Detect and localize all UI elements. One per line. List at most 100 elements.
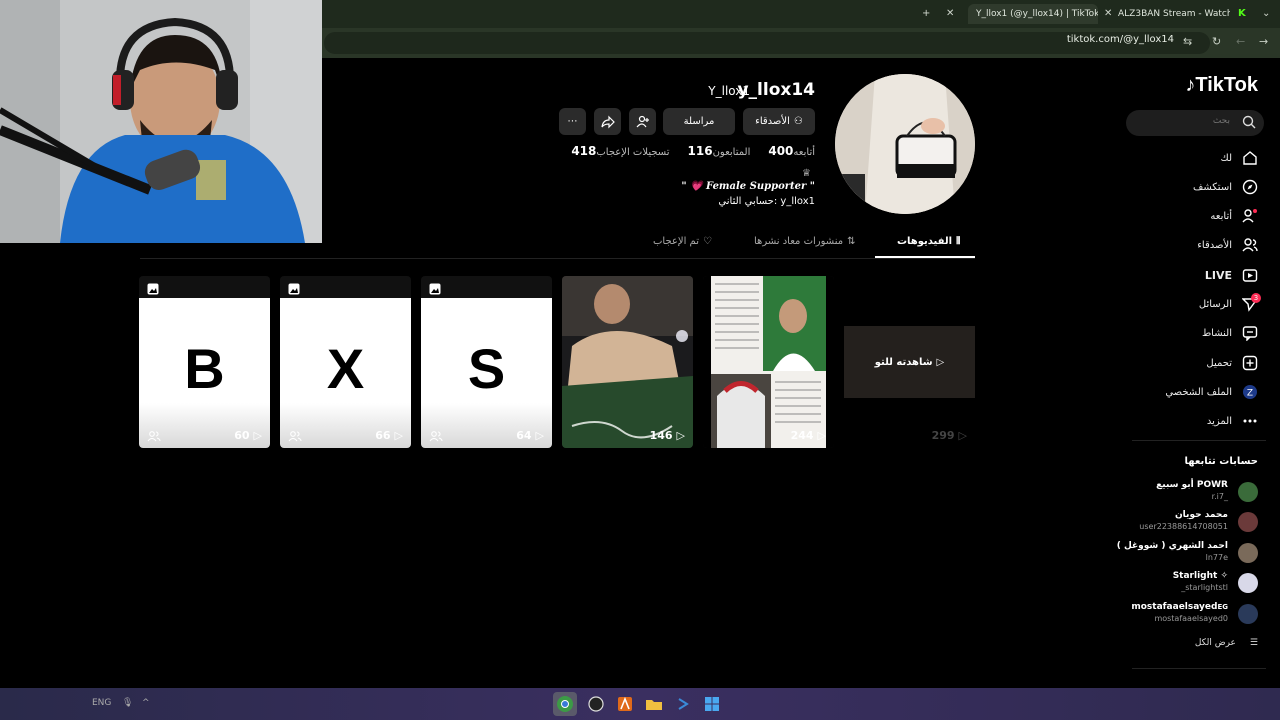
nav-upload[interactable]: تحميل: [1206, 352, 1258, 374]
stat-followers[interactable]: المتابعون116: [684, 144, 751, 158]
nav-live[interactable]: LIVE: [1205, 264, 1258, 286]
vscode-app-icon[interactable]: [671, 692, 695, 716]
photo-mode-icon: [147, 283, 159, 295]
divider: [1132, 440, 1266, 441]
home-icon: [1243, 151, 1257, 165]
tiktok-logo[interactable]: ♪TikTok: [1185, 74, 1258, 97]
add-user-icon: [636, 115, 649, 127]
tab-reposts[interactable]: منشورات معاد نشرها ⇅: [754, 236, 855, 247]
tab-videos[interactable]: الفيديوهات ⦀: [897, 236, 960, 247]
tab-list-chevron-icon[interactable]: ⌄: [1262, 4, 1270, 24]
share-button[interactable]: [594, 108, 621, 135]
photo-mode-icon: [288, 283, 300, 295]
nav-more[interactable]: المزيد: [1207, 410, 1258, 432]
nav-for-you[interactable]: لك: [1221, 147, 1258, 169]
file-explorer-icon[interactable]: [642, 692, 666, 716]
friends-only-icon: [288, 431, 302, 442]
compass-icon: [1242, 179, 1258, 195]
avatar: [1238, 512, 1258, 532]
tab-close-icon[interactable]: ✕: [1104, 4, 1112, 24]
tab-stream[interactable]: ALZ3BAN Stream - Watch Live: [1118, 4, 1230, 24]
live-icon: [1242, 269, 1258, 282]
following-account[interactable]: احمد الشهري ( شووغل ) ln77e: [1117, 539, 1268, 567]
video-card[interactable]: 146 ▷: [562, 276, 693, 448]
profile-avatar[interactable]: [835, 74, 975, 214]
view-count: 299 ▷: [931, 429, 967, 442]
play-icon: ▷: [535, 429, 544, 442]
follow-icon: [1242, 209, 1257, 223]
nav-profile[interactable]: الملف الشخصي Z: [1165, 381, 1258, 403]
video-thumbnail: [562, 276, 693, 448]
following-account[interactable]: Starlight ✧ _starlightstl: [1118, 569, 1268, 597]
stat-following[interactable]: أتابعه400: [764, 144, 815, 158]
just-watched-overlay: شاهدته للتو ▷: [844, 326, 975, 398]
friends-button[interactable]: الأصدقاء ⚇: [743, 108, 815, 135]
video-card[interactable]: X 66 ▷: [280, 276, 411, 448]
profile-nickname: Y_llox1: [708, 84, 750, 98]
more-options-button[interactable]: ⋯: [559, 108, 586, 135]
video-card[interactable]: 244 ▷: [703, 276, 834, 448]
taskbar: ENG 🎙 ^: [0, 688, 1280, 720]
following-account[interactable]: أبو سبيع POWR r.i7_: [1118, 478, 1268, 506]
language-indicator[interactable]: ENG: [92, 698, 111, 708]
friends-icon: [1242, 238, 1258, 252]
microphone-icon[interactable]: 🎙: [122, 698, 133, 708]
play-icon: ▷: [676, 429, 685, 442]
chrome-app-icon[interactable]: [553, 692, 577, 716]
bio-line: حسابي الثاني: y_llox1: [718, 196, 815, 207]
friends-check-icon: ⚇: [793, 116, 803, 127]
nav-friends[interactable]: الأصدقاء: [1197, 234, 1258, 256]
search-box[interactable]: [1126, 110, 1264, 136]
view-count: 66 ▷: [375, 429, 403, 442]
video-card[interactable]: شاهدته للتو ▷ 299 ▷: [844, 276, 975, 448]
nav-messages[interactable]: الرسائل 3: [1199, 293, 1261, 315]
play-icon: ▷: [817, 429, 826, 442]
following-accounts-title: حسابات تتابعها: [1184, 456, 1258, 467]
editor-app-icon[interactable]: [613, 692, 637, 716]
following-account[interactable]: mostafaaelsayedEG mostafaaelsayed0: [1118, 600, 1268, 628]
obs-app-icon[interactable]: [584, 692, 608, 716]
photo-mode-icon: [429, 283, 441, 295]
search-icon[interactable]: [1242, 115, 1256, 129]
share-icon: [600, 115, 615, 128]
back-icon[interactable]: ←: [1236, 35, 1245, 48]
new-tab-button[interactable]: +: [922, 4, 930, 24]
tab-close-icon[interactable]: ✕: [946, 4, 954, 24]
nav-activity[interactable]: النشاط: [1202, 322, 1258, 344]
view-count: 146 ▷: [649, 429, 685, 442]
tiktok-note-icon: ♪: [1185, 74, 1196, 96]
profile-photo: [835, 74, 975, 214]
nav-explore[interactable]: استكشف: [1193, 176, 1258, 198]
avatar: [1238, 482, 1258, 502]
activity-icon: [1242, 326, 1258, 341]
streamer-image: [0, 0, 322, 243]
search-input[interactable]: [1150, 116, 1230, 126]
active-tab-indicator: [875, 256, 975, 258]
see-all-button[interactable]: عرض الكل ☰: [1195, 638, 1258, 648]
kick-icon: K: [1238, 8, 1246, 19]
messages-badge: 3: [1251, 293, 1261, 303]
video-card[interactable]: S 64 ▷: [421, 276, 552, 448]
following-account[interactable]: محمد حويان user2238861470805​1: [1118, 508, 1268, 536]
message-button[interactable]: مراسلة: [663, 108, 735, 135]
upload-icon: [1242, 355, 1258, 371]
windows-start-icon[interactable]: [700, 692, 724, 716]
list-icon: ☰: [1249, 638, 1258, 648]
reload-icon[interactable]: ↻: [1212, 35, 1221, 48]
video-card[interactable]: B 60 ▷: [139, 276, 270, 448]
grid-icon: ⦀: [956, 236, 961, 247]
nav-following[interactable]: أتابعه: [1210, 205, 1258, 227]
add-friend-button[interactable]: [629, 108, 656, 135]
profile-stats: أتابعه400 المتابعون116 تسجيلات الإعجاب41…: [567, 144, 815, 158]
play-icon: ▷: [936, 356, 945, 368]
tab-liked[interactable]: تم الإعجاب ♡: [653, 236, 712, 247]
view-count: 244 ▷: [790, 429, 826, 442]
tray-chevron-icon[interactable]: ^: [142, 698, 150, 708]
url-text[interactable]: tiktok.com/@y_llox14: [1067, 34, 1174, 45]
avatar: [1238, 543, 1258, 563]
site-settings-icon[interactable]: ⇆: [1183, 35, 1192, 48]
divider: [1132, 668, 1266, 669]
friends-only-icon: [429, 431, 443, 442]
forward-icon[interactable]: →: [1259, 35, 1268, 48]
tab-tiktok[interactable]: Y_llox1 (@y_llox14) | TikTok: [968, 4, 1098, 24]
